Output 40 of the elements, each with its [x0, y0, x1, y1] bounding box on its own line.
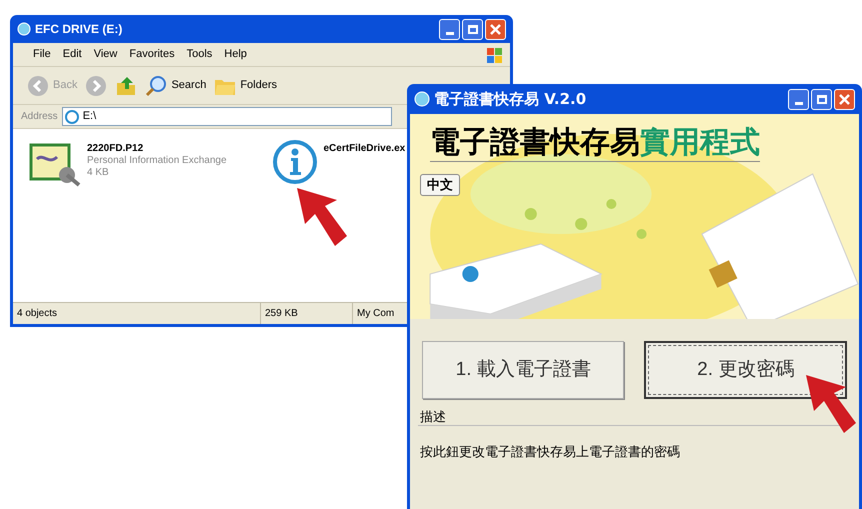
maximize-button[interactable] [462, 18, 483, 40]
status-bar-field: My Com [353, 303, 405, 324]
menu-item[interactable]: Help [224, 46, 247, 63]
description-text: 按此鈕更改電子證書快存易上電子證書的密碼 [420, 444, 680, 459]
toolbar-label[interactable]: Search [171, 77, 206, 94]
file-size: 4 KB [87, 167, 110, 179]
search-icon[interactable] [145, 74, 168, 96]
folder-up-icon[interactable] [115, 74, 138, 96]
window-title: 電子證書快存易 V.2.0 [434, 88, 586, 110]
action-button[interactable]: 1. 載入電子證書 [422, 341, 624, 399]
close-icon [839, 94, 850, 104]
menu-item[interactable]: View [94, 46, 118, 63]
menu-item[interactable]: File [33, 46, 51, 63]
window-title: EFC DRIVE (E:) [35, 21, 122, 38]
file-name[interactable]: 2220FD.P12 [87, 143, 227, 155]
address-label: Address [21, 110, 58, 124]
minimize-button[interactable] [439, 18, 460, 40]
arrow-annotation-icon [806, 375, 856, 433]
close-button[interactable] [485, 18, 506, 40]
close-button[interactable] [834, 88, 855, 110]
maximize-button[interactable] [811, 88, 832, 110]
menu-item[interactable]: Favorites [129, 46, 175, 63]
address-field[interactable]: E:\ [62, 107, 392, 126]
info-app-icon[interactable] [272, 139, 318, 185]
close-icon [490, 24, 501, 34]
file-type: Personal Information Exchange [87, 155, 227, 167]
action-button[interactable]: 2. 更改密碼 [644, 341, 847, 399]
file-name[interactable]: eCertFileDrive.ex [324, 143, 406, 155]
menu-item[interactable]: Tools [186, 46, 212, 63]
banner-subtitle: 實用程式 [640, 126, 760, 160]
minimize-button[interactable] [788, 88, 809, 110]
arrow-annotation-icon [297, 188, 347, 246]
status-bar-field: 4 objects [13, 303, 261, 324]
language-button[interactable]: 中文 [420, 174, 460, 196]
status-bar-field: 259 KB [261, 303, 353, 324]
windows-logo-icon [486, 46, 504, 64]
menu-item[interactable]: Edit [62, 46, 82, 63]
toolbar-label[interactable]: Folders [240, 77, 278, 94]
group-label: 描述 [419, 409, 447, 425]
banner-title: 電子證書快存易 [430, 126, 640, 160]
